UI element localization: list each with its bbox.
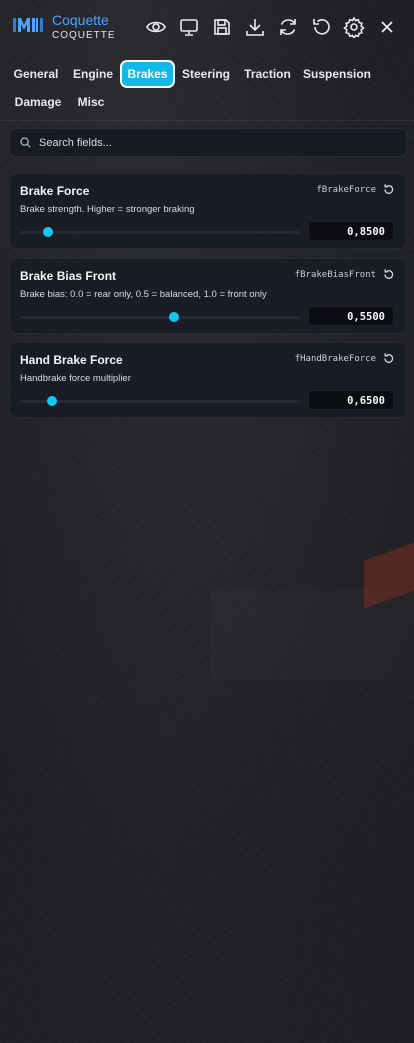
slider-thumb[interactable] [169, 312, 179, 322]
slider-thumb[interactable] [47, 396, 58, 406]
tab-misc[interactable]: Misc [74, 90, 108, 114]
slider-thumb[interactable] [43, 227, 53, 237]
search-icon [20, 137, 31, 148]
undo-icon[interactable] [310, 16, 332, 38]
field-card-brake-bias-front: Brake Bias Front fBrakeBiasFront Brake b… [9, 258, 407, 334]
tab-engine[interactable]: Engine [70, 62, 116, 86]
reset-icon[interactable] [382, 268, 395, 281]
refresh-icon[interactable] [277, 16, 299, 38]
field-card-brake-force: Brake Force fBrakeForce Brake strength. … [9, 173, 407, 249]
field-title: Brake Bias Front [20, 269, 117, 283]
search-box [9, 128, 407, 157]
gear-icon[interactable] [343, 16, 365, 40]
reset-icon[interactable] [382, 352, 395, 365]
save-icon[interactable] [211, 16, 233, 38]
tab-traction[interactable]: Traction [242, 62, 293, 86]
field-card-hand-brake-force: Hand Brake Force fHandBrakeForce Handbra… [9, 342, 407, 418]
field-key: fHandBrakeForce [294, 354, 376, 364]
app-logo-icon [13, 18, 43, 32]
vehicle-name: COQUETTE [52, 30, 116, 41]
field-title: Hand Brake Force [20, 353, 123, 367]
field-key: fBrakeBiasFront [294, 270, 376, 280]
monitor-icon[interactable] [178, 16, 200, 38]
app-title: Coquette [52, 12, 109, 28]
tabs-divider [0, 120, 414, 121]
value-input[interactable]: 0,8500 [308, 221, 394, 241]
eye-icon[interactable] [145, 16, 167, 38]
tab-brakes[interactable]: Brakes [122, 62, 173, 86]
tab-suspension[interactable]: Suspension [303, 62, 371, 86]
header: Coquette COQUETTE [0, 0, 414, 54]
tab-damage[interactable]: Damage [10, 90, 66, 114]
field-title: Brake Force [20, 184, 90, 198]
tab-steering[interactable]: Steering [180, 62, 232, 86]
field-description: Brake strength. Higher = stronger brakin… [20, 204, 195, 215]
field-description: Brake bias: 0.0 = rear only, 0.5 = balan… [20, 289, 267, 300]
value-slider[interactable] [20, 227, 300, 237]
tab-general[interactable]: General [10, 62, 62, 86]
search-input[interactable] [39, 129, 399, 156]
value-slider[interactable] [20, 396, 300, 406]
field-key: fBrakeForce [316, 185, 376, 195]
value-input[interactable]: 0,6500 [308, 390, 394, 410]
close-icon[interactable] [376, 16, 398, 38]
value-slider[interactable] [20, 312, 300, 322]
field-description: Handbrake force multiplier [20, 373, 131, 384]
download-icon[interactable] [244, 16, 266, 38]
value-input[interactable]: 0,5500 [308, 306, 394, 326]
reset-icon[interactable] [382, 183, 395, 196]
